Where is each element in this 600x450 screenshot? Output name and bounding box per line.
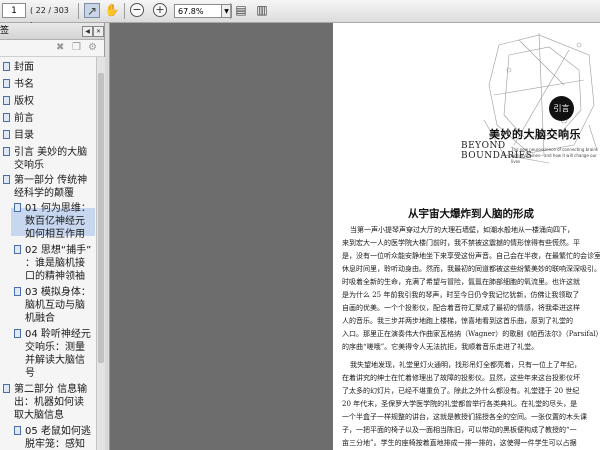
intro-badge: 引言 [549,96,574,121]
document-viewer: 引言 美妙的大脑交响乐 BEYOND BOUNDARIES The new ne… [110,23,600,450]
bookmark-item[interactable]: 封面 [3,61,34,74]
toolbar: 1 ( 22 / 303 ) ↗ ✋ − + 67.8% ▼ ▤ ▥ [0,0,600,30]
bookmark-icon [3,130,10,139]
paragraph-line: 休息时间里，聆听动身由。然而，我最初的同道都被这些纷繁美妙的联响深深吸引。它 [342,265,600,273]
bookmark-label: 05 老鼠如何逃 脱牢笼：感知 [25,426,91,450]
bookmark-label: 书名 [14,79,34,90]
paragraph-line: 自画的优美。一个个投影仪，配合着音符汇聚成了最初的情感，将我牵进这样 [342,304,580,312]
bookmark-item[interactable]: 01 何为思维： 数百亿神经元 如何相互作用 [14,202,91,241]
paragraph-line: 亩三分地”。学生的座椅按着直地排成一排一排的，这使得一件学生可以占据 [342,439,577,447]
bookmark-options-icon[interactable]: ⚙ [88,42,97,53]
section-title: 从宇宙大爆炸到人脑的形成 [408,208,534,220]
bookmark-icon [14,426,21,435]
bookmark-label: 第一部分 传统神 经科学的颠覆 [14,175,88,199]
bookmark-item-selected[interactable]: 引言 美妙的大脑 交响乐 [3,146,88,172]
page-number-input[interactable]: 1 [2,3,26,18]
bookmark-label: 封面 [14,62,34,73]
bookmark-item[interactable]: 书名 [3,78,34,91]
bookmarks-toolbar: ✖ ❐ ⚙ [0,40,104,57]
bookmark-label: 引言 美妙的大脑 交响乐 [14,147,88,171]
bookmark-item[interactable]: 前言 [3,112,34,125]
zoom-in-icon: + [153,3,167,17]
paragraph-line: 来到宏大一人的医学院大楼门前时，我不禁被这震撼的情形惊得有些慌然。平 [342,239,580,247]
bookmark-icon [14,203,21,212]
zoom-in-button[interactable]: + [153,3,169,18]
bookmark-item[interactable]: 03 模拟身体： 脑机互动与脑 机融合 [14,286,91,325]
bookmark-icon [3,147,10,156]
hand-tool-icon[interactable]: ✋ [104,3,120,18]
bookmark-label: 03 模拟身体： 脑机互动与脑 机融合 [25,287,91,324]
bookmarks-panel-header: 签 ◀ ✕ [0,23,104,40]
bookmark-item[interactable]: 第二部分 信息输 出：机器如何读 取大脑信息 [3,383,88,422]
zoom-level-input[interactable]: 67.8% [174,4,222,18]
paragraph-line: 是为什么 25 年前我引我的琴声，时至今日仍令我记忆犹新，仿佛让我领取了 [342,291,580,299]
new-bookmark-icon[interactable]: ❐ [72,42,81,53]
bookmark-label: 02 思想“捕手” ：谁是脑机接 口的精神领袖 [25,245,92,282]
bookmark-icon [3,175,10,184]
bookmark-icon [14,245,21,254]
paragraph-line: 子，一把平面的椅子以及一面相当陈旧，可以带动的黑板便构成了教授的“一 [342,426,577,434]
bookmark-item[interactable]: 目录 [3,129,34,142]
scrollbar-thumb[interactable] [98,73,104,363]
book-subtitle: The new neuroscience of connecting brain… [511,147,599,164]
paragraph-line: 20 年代末，圣保罗大学医学院的礼堂都曾举行各类典礼。在礼堂的尽头，是 [342,400,578,408]
paragraph-line: 时吸着全新的生命，充满了希望与冒险，氤氲在肺部细胞的氧流里。也许这就 [342,278,580,286]
bookmark-item[interactable]: 02 思想“捕手” ：谁是脑机接 口的精神领袖 [14,244,92,283]
bookmark-icon [14,287,21,296]
paragraph-line: 了太多的幻灯片，已经不堪重负了。除此之外什么都没有。礼堂建于 20 世纪 [342,387,580,395]
collapse-panel-icon[interactable]: ◀ [82,26,93,37]
chapter-title: 美妙的大脑交响乐 [489,128,581,141]
select-cursor-icon[interactable]: ↗ [84,3,100,18]
paragraph-line: 我失望地发现，礼堂里灯火通明，找形吊灯全都亮着，只有一位上了年纪， [350,361,581,369]
bookmark-icon [3,113,10,122]
bookmark-icon [14,329,21,338]
bookmark-label: 版权 [14,96,34,107]
continuous-page-icon[interactable]: ▥ [254,3,270,18]
document-page: 引言 美妙的大脑交响乐 BEYOND BOUNDARIES The new ne… [333,23,600,450]
toolbar-separator [124,3,125,19]
zoom-out-button[interactable]: − [130,3,146,18]
bookmarks-scrollbar[interactable] [96,57,105,450]
bookmark-label: 01 何为思维： 数百亿神经元 如何相互作用 [25,203,91,240]
zoom-out-icon: − [130,3,144,17]
bookmark-item[interactable]: 版权 [3,95,34,108]
bookmark-list: 封面 书名 版权 前言 目录 引言 美妙的大脑 交响乐 第一部分 传统神 经科学… [0,57,96,450]
bookmark-item[interactable]: 第一部分 传统神 经科学的颠覆 [3,174,88,200]
book-logo: BEYOND BOUNDARIES [461,141,533,161]
bookmarks-panel-title: 签 [0,26,10,36]
close-panel-icon[interactable]: ✕ [93,26,104,37]
paragraph-line: 一个半盒子一样规整的讲台，这就是教授们摇授各全的空间。一张仅置的木头课 [342,413,587,421]
paragraph-line: 的序曲“嗟哦”。它美得令人无法抗拒，我顺着音乐走进了礼堂。 [342,343,539,351]
bookmark-icon [3,96,10,105]
bookmark-label: 第二部分 信息输 出：机器如何读 取大脑信息 [14,384,88,421]
paragraph-line: 是，没有一位听众能安静地坐下来享受这份声音。自己会在半夜，在最繁忙的会诊室的安静 [342,252,600,260]
page-count: ( 22 / 303 ) [30,6,69,30]
single-page-icon[interactable]: ▤ [233,3,249,18]
bookmark-icon [3,62,10,71]
bookmarks-panel: 签 ◀ ✕ ✖ ❐ ⚙ 封面 书名 版权 前言 目录 引言 美妙的大脑 交响乐 … [0,23,105,450]
bookmark-label: 前言 [14,113,34,124]
toolbar-separator [78,3,79,19]
toolbar-separator [230,3,231,19]
paragraph-line: 人的音乐。我三步并两步地跑上楼梯，惊喜地看到这首乐曲，原到了礼堂的 [342,317,573,325]
delete-bookmark-icon[interactable]: ✖ [56,42,64,53]
paragraph-line: 当第一声小提琴声穿过大厅的大理石墙壁，如潮水般地从一楼涌向四下， [350,226,574,234]
paragraph-line: 入口。那里正在演奏伟大作曲家瓦格纳（Wagner）的歌剧《帕西法尔》（Parsi… [342,330,600,338]
bookmark-icon [3,384,10,393]
bookmark-item[interactable]: 05 老鼠如何逃 脱牢笼：感知 [14,425,91,450]
bookmark-label: 04 聆听神经元 交响乐：测量 并解读大脑信 号 [25,329,91,379]
bookmark-item[interactable]: 04 聆听神经元 交响乐：测量 并解读大脑信 号 [14,328,91,380]
paragraph-line: 在着讲究的绅士在忙着修理出了故障的投影仪。显然，这些年来这台投影仪坏 [342,374,580,382]
bookmark-icon [3,79,10,88]
bookmark-label: 目录 [14,130,34,141]
